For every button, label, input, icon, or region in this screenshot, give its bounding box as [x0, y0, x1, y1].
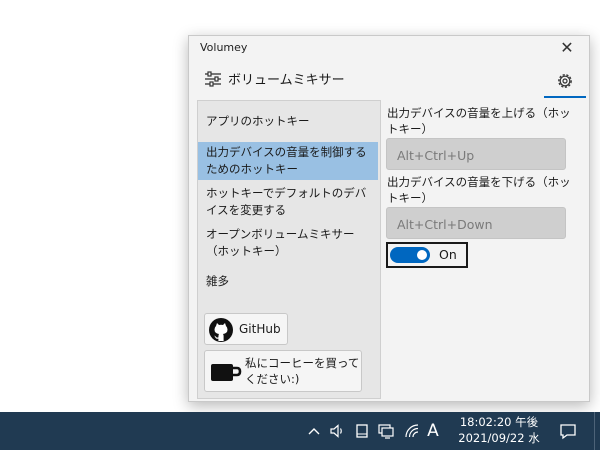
coffee-label: 私にコーヒーを買ってください:) — [245, 356, 360, 386]
mixer-title: ボリュームミキサー — [228, 73, 345, 88]
header: ボリュームミキサー — [189, 62, 589, 98]
sidebar-item-label: アプリのホットキー — [206, 114, 310, 128]
volume-up-hotkey-input[interactable]: Alt+Ctrl+Up — [386, 138, 566, 170]
github-button[interactable]: GitHub — [204, 313, 288, 345]
mixer-sliders-icon — [205, 71, 221, 87]
sidebar-item-open-mixer-hotkey[interactable]: オープンボリュームミキサー（ホットキー） — [198, 226, 378, 260]
github-icon — [209, 318, 233, 342]
close-button[interactable]: ✕ — [557, 38, 577, 58]
sidebar: アプリのホットキー 出力デバイスの音量を制御するためのホットキー ホットキーでデ… — [197, 100, 381, 399]
speaker-icon[interactable] — [329, 422, 347, 440]
clock-time: 18:02:20 午後 — [459, 415, 539, 429]
taskbar-clock[interactable]: 18:02:20 午後 2021/09/22 水 — [455, 414, 543, 446]
network-icon[interactable] — [377, 422, 395, 440]
ime-indicator[interactable]: A — [424, 422, 442, 440]
wifi-icon[interactable] — [403, 422, 421, 440]
window-title: Volumey — [200, 41, 248, 54]
sidebar-item-label: 出力デバイスの音量を制御するためのホットキー — [206, 145, 367, 176]
notification-icon[interactable] — [559, 422, 577, 440]
sidebar-item-label: オープンボリュームミキサー（ホットキー） — [206, 227, 355, 258]
settings-active-indicator — [544, 96, 586, 98]
buy-coffee-button[interactable]: 私にコーヒーを買ってください:) — [204, 350, 362, 392]
settings-button[interactable] — [544, 68, 586, 98]
volumey-window: Volumey ✕ ボリュームミキサー アプリのホットキー 出力デバイスの音量を… — [188, 35, 590, 402]
volume-down-label: 出力デバイスの音量を下げる（ホットキー） — [387, 175, 571, 205]
taskbar: A 18:02:20 午後 2021/09/22 水 — [0, 412, 600, 450]
volume-down-hotkey-input[interactable]: Alt+Ctrl+Down — [386, 207, 566, 239]
enable-toggle[interactable]: On — [386, 242, 468, 268]
clock-date: 2021/09/22 水 — [458, 431, 540, 445]
gear-icon — [558, 74, 572, 88]
close-icon: ✕ — [560, 38, 574, 57]
title-bar: Volumey ✕ — [189, 36, 589, 60]
sidebar-item-label: ホットキーでデフォルトのデバイスを変更する — [206, 186, 367, 217]
toggle-state-label: On — [439, 247, 457, 262]
coffee-cup-icon — [211, 364, 242, 381]
sidebar-item-label: 雑多 — [206, 274, 229, 288]
show-desktop-button[interactable] — [594, 412, 600, 450]
toggle-track — [390, 247, 430, 263]
sidebar-item-misc[interactable]: 雑多 — [198, 273, 378, 290]
volume-up-label: 出力デバイスの音量を上げる（ホットキー） — [387, 106, 571, 136]
tablet-icon[interactable] — [355, 422, 369, 440]
toggle-knob — [417, 250, 427, 260]
sidebar-item-app-hotkeys[interactable]: アプリのホットキー — [198, 113, 378, 130]
github-label: GitHub — [239, 322, 281, 336]
sidebar-item-default-device-hotkeys[interactable]: ホットキーでデフォルトのデバイスを変更する — [198, 185, 378, 219]
chevron-up-icon[interactable] — [307, 422, 321, 440]
sidebar-item-device-volume-hotkeys[interactable]: 出力デバイスの音量を制御するためのホットキー — [198, 142, 378, 180]
